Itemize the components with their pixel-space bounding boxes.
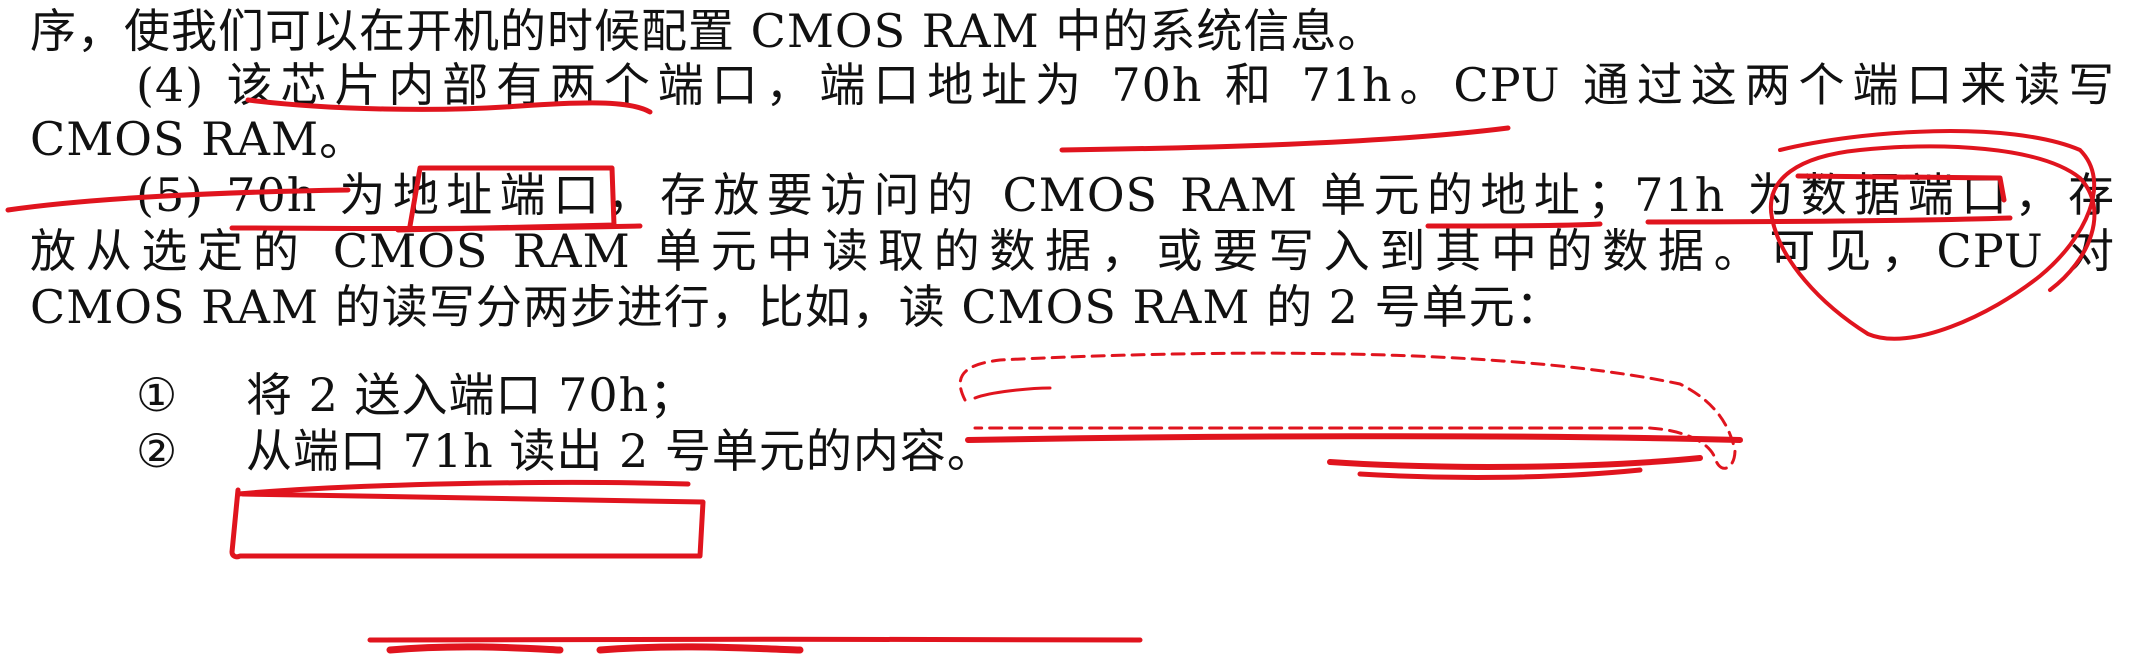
text-line-1: 序，使我们可以在开机的时候配置 CMOS RAM 中的系统信息。 (30, 4, 1385, 58)
dashed-cap-read (973, 386, 1052, 400)
text-line-6: CMOS RAM 的读写分两步进行，比如，读 CMOS RAM 的 2 号单元： (30, 280, 1563, 334)
list-marker-2: ② (136, 424, 179, 478)
text-line-5: 放从选定的 CMOS RAM 单元中读取的数据，或要写入到其中的数据。可见，CP… (30, 224, 2115, 278)
list-item-step-1: ①将 2 送入端口 70h； (136, 372, 696, 418)
text-line-3: CMOS RAM。 (30, 112, 367, 166)
underline-step-2 (367, 636, 1143, 643)
underline-read-unit-2 (1327, 455, 1703, 470)
list-item-step-2: ② 从端口 71h 读出 2 号单元的内容。 (136, 428, 994, 474)
underline-read-unit-3 (1357, 467, 1643, 480)
step-2-text: 从端口 71h 读出 2 号单元的内容。 (246, 424, 994, 478)
box-step-1-top (235, 479, 691, 497)
dashed-circle-read-unit (958, 351, 1737, 470)
underline-read-unit-1 (965, 433, 1743, 443)
underline-step-2-heavy (386, 643, 564, 654)
document-page: 序，使我们可以在开机的时候配置 CMOS RAM 中的系统信息。 (4) 该芯片… (0, 0, 2135, 661)
underline-step-2-heavy-b (596, 643, 804, 654)
text-line-4: (5) 70h 为地址端口，存放要访问的 CMOS RAM 单元的地址；71h … (136, 168, 2115, 222)
list-marker-1: ① (136, 368, 179, 422)
step-1-text: 将 2 送入端口 70h； (246, 368, 697, 422)
text-line-2: (4) 该芯片内部有两个端口，端口地址为 70h 和 71h。CPU 通过这两个… (136, 58, 2115, 112)
box-step-1 (229, 487, 706, 560)
